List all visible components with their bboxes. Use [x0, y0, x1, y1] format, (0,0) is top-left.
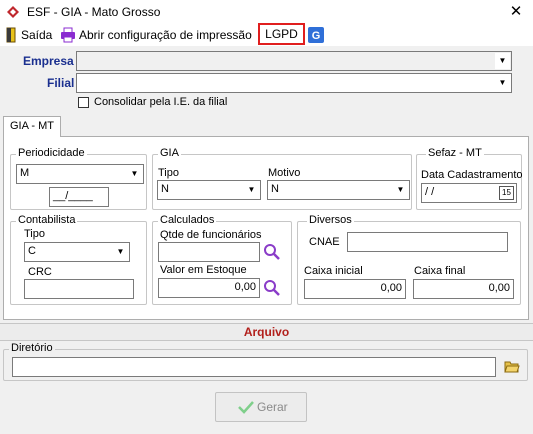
empresa-label: Empresa [23, 54, 74, 68]
chevron-down-icon: ▼ [495, 75, 510, 91]
contabilista-tipo-label: Tipo [24, 228, 45, 240]
close-button[interactable]: ✕ [506, 2, 526, 22]
cnae-label: CNAE [309, 236, 340, 248]
lgpd-button[interactable]: LGPD [258, 23, 305, 45]
contabilista-tipo-combo[interactable]: C ▼ [24, 242, 130, 262]
periodicidade-date-input[interactable]: __/____ [49, 187, 109, 207]
filial-combo[interactable]: ▼ [76, 73, 512, 93]
gia-motivo-combo[interactable]: N ▼ [267, 180, 410, 200]
app-logo-icon [7, 6, 19, 18]
tab-gia-mt[interactable]: GIA - MT [3, 116, 61, 137]
cnae-input[interactable] [347, 232, 508, 252]
funcionarios-input[interactable] [158, 242, 260, 262]
svg-text:G: G [312, 30, 321, 42]
caixa-inicial-input[interactable]: 0,00 [304, 279, 406, 299]
gia-tipo-label: Tipo [158, 167, 179, 179]
chevron-down-icon: ▼ [127, 166, 142, 182]
search-icon[interactable] [263, 243, 281, 261]
exit-button[interactable]: Saída [21, 26, 52, 44]
gerar-button[interactable]: Gerar [215, 392, 307, 422]
gerar-label: Gerar [257, 400, 288, 414]
search-icon[interactable] [263, 279, 281, 297]
arquivo-section-header: Arquivo [0, 323, 533, 341]
estoque-input[interactable]: 0,00 [158, 278, 260, 298]
title-bar: ESF - GIA - Mato Grosso ✕ [0, 0, 533, 24]
printer-icon [61, 27, 75, 43]
consolidar-checkbox[interactable] [78, 97, 89, 108]
periodicidade-title: Periodicidade [16, 147, 87, 159]
filial-label: Filial [47, 76, 75, 90]
calendar-icon[interactable]: 15 [499, 186, 514, 200]
caixa-final-label: Caixa final [414, 265, 466, 277]
consolidar-label: Consolidar pela I.E. da filial [94, 96, 228, 108]
sefaz-title: Sefaz - MT [426, 147, 484, 159]
data-cadastramento-label: Data Cadastramento [421, 169, 523, 181]
caixa-inicial-label: Caixa inicial [304, 265, 363, 277]
calculados-title: Calculados [158, 214, 217, 226]
gia-motivo-label: Motivo [268, 167, 301, 179]
diretorio-input[interactable] [12, 357, 496, 377]
caixa-final-input[interactable]: 0,00 [413, 279, 514, 299]
gia-title: GIA [158, 147, 181, 159]
contabilista-title: Contabilista [16, 214, 78, 226]
folder-open-icon[interactable] [504, 360, 520, 374]
periodicidade-combo[interactable]: M ▼ [16, 164, 144, 184]
print-config-button[interactable]: Abrir configuração de impressão [79, 26, 252, 44]
crc-label: CRC [28, 266, 52, 278]
checkmark-icon [238, 401, 254, 414]
estoque-label: Valor em Estoque [160, 264, 247, 276]
diversos-title: Diversos [307, 214, 354, 226]
empresa-combo[interactable]: ▼ [76, 51, 512, 71]
chevron-down-icon: ▼ [244, 182, 259, 198]
chevron-down-icon: ▼ [393, 182, 408, 198]
funcionarios-label: Qtde de funcionários [160, 229, 262, 241]
diretorio-title: Diretório [9, 342, 55, 354]
gia-tipo-combo[interactable]: N ▼ [157, 180, 261, 200]
chevron-down-icon: ▼ [113, 244, 128, 260]
window-title: ESF - GIA - Mato Grosso [27, 5, 161, 19]
g-badge-icon[interactable]: G [308, 27, 324, 43]
crc-input[interactable] [24, 279, 134, 299]
chevron-down-icon: ▼ [495, 53, 510, 69]
exit-door-icon [6, 27, 16, 43]
